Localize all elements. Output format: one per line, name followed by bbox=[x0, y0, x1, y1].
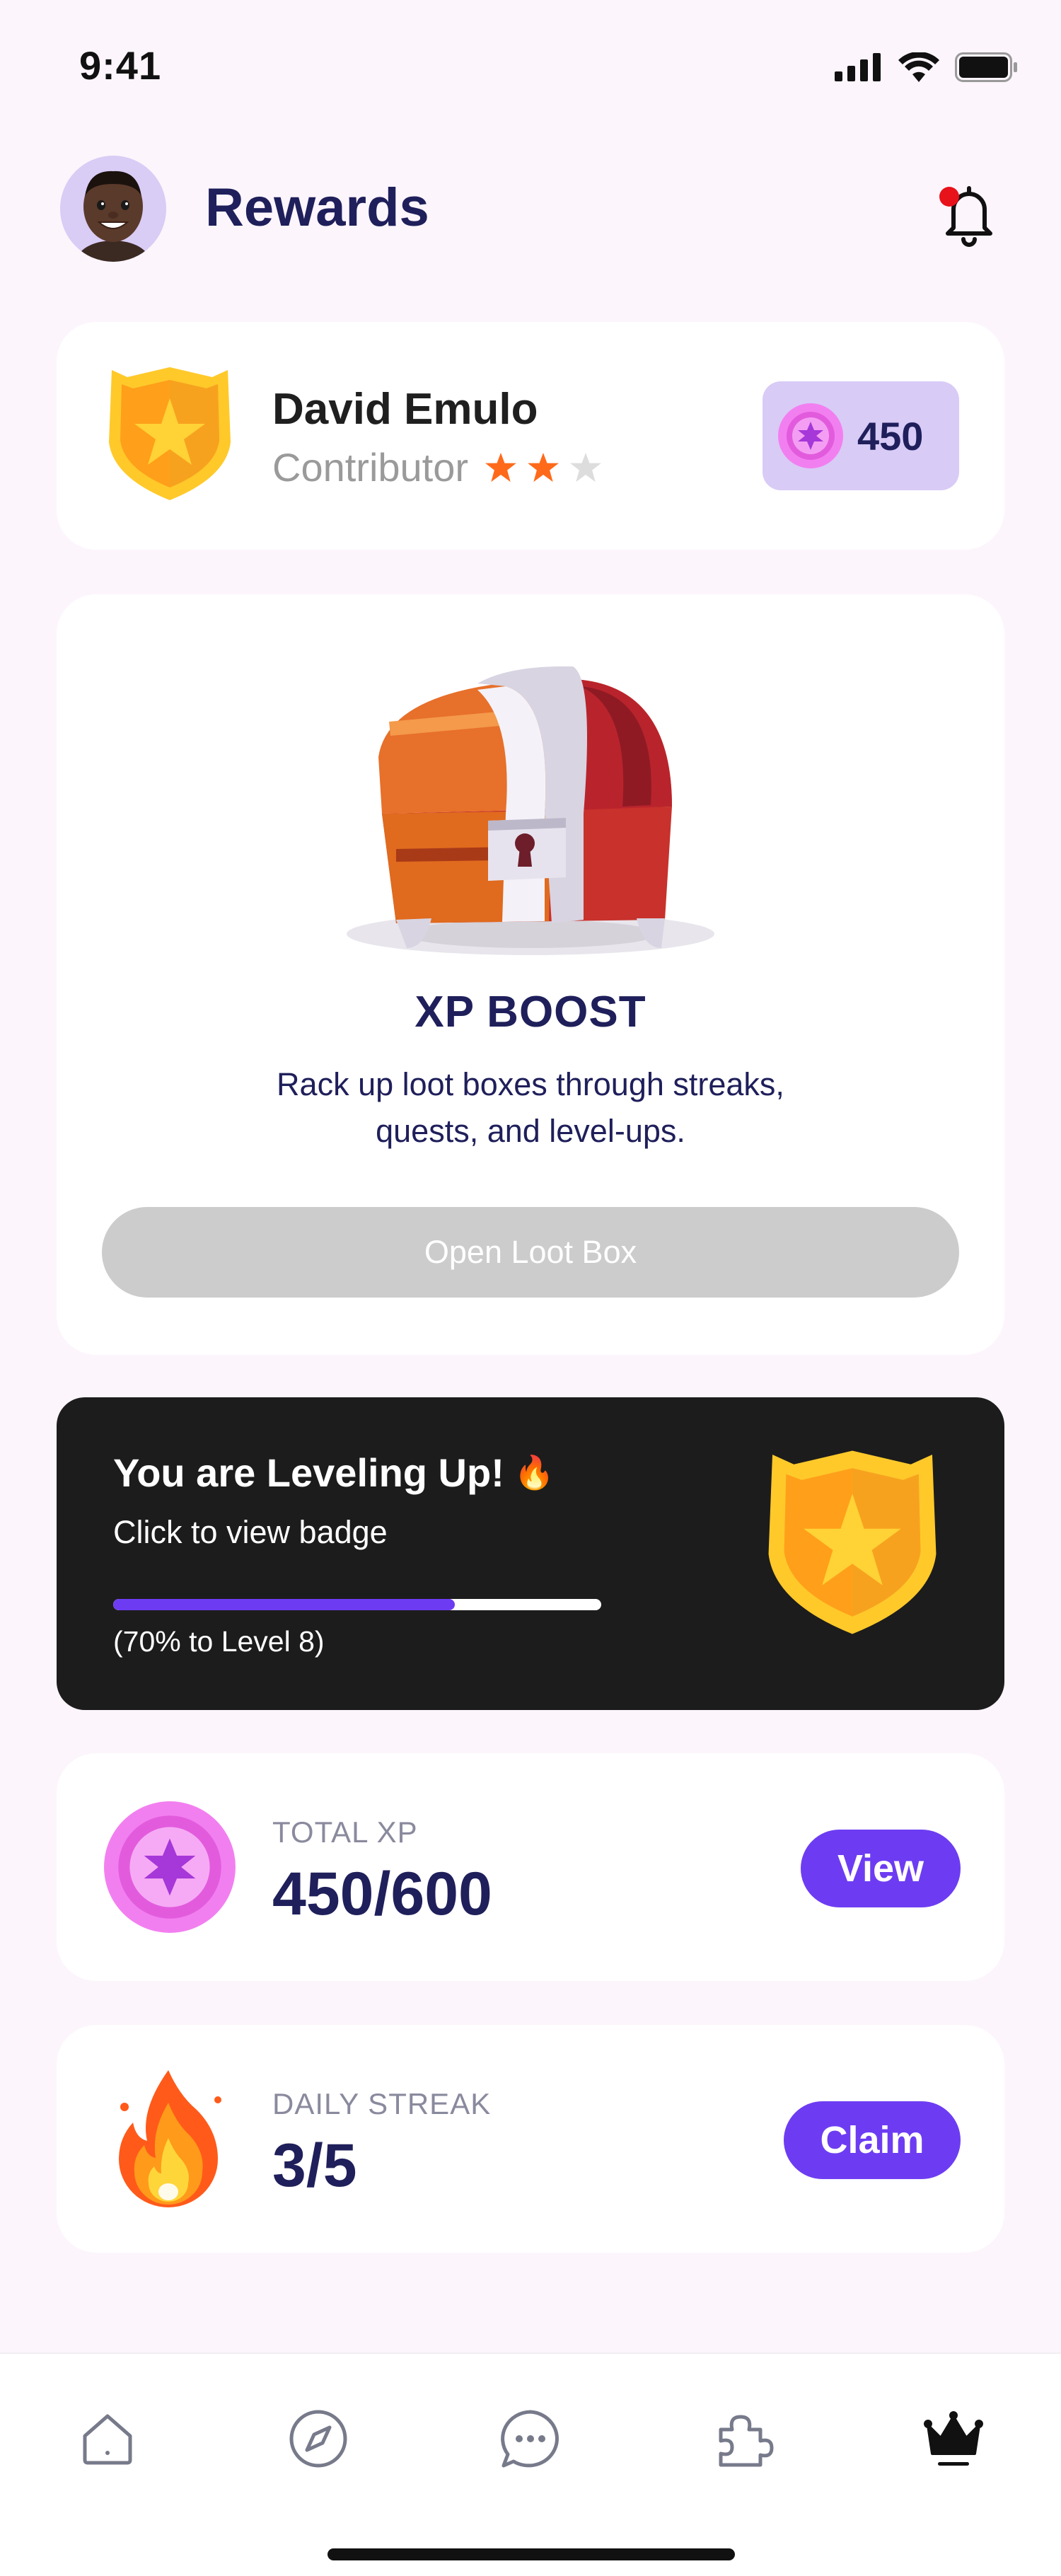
level-progress-note: (70% to Level 8) bbox=[113, 1625, 325, 1658]
daily-streak-label: DAILY STREAK bbox=[272, 2087, 492, 2120]
nav-messages[interactable] bbox=[488, 2396, 573, 2481]
treasure-chest-icon bbox=[347, 666, 714, 955]
open-loot-box-button[interactable]: Open Loot Box bbox=[102, 1207, 959, 1298]
puzzle-icon bbox=[719, 2415, 774, 2467]
page-title: Rewards bbox=[205, 178, 429, 238]
xp-coin-icon bbox=[778, 403, 843, 468]
level-title: You are Leveling Up! bbox=[113, 1450, 504, 1495]
star-empty-icon bbox=[570, 452, 601, 482]
profile-role-row: Contributor bbox=[272, 444, 601, 490]
signal-icon bbox=[835, 53, 881, 81]
notifications-button[interactable] bbox=[934, 177, 1004, 248]
avatar-face-icon bbox=[60, 156, 166, 262]
level-progress-fill bbox=[113, 1599, 455, 1610]
loot-title: XP BOOST bbox=[414, 988, 647, 1036]
shield-badge-icon bbox=[109, 367, 231, 500]
nav-home[interactable] bbox=[65, 2396, 150, 2481]
loot-description: Rack up loot boxes through streaks, ques… bbox=[277, 1066, 784, 1149]
total-xp-card: TOTAL XP 450/600 View bbox=[57, 1753, 1004, 1981]
claim-streak-button[interactable]: Claim bbox=[784, 2101, 961, 2179]
home-icon bbox=[83, 2414, 132, 2465]
level-subtitle: Click to view badge bbox=[113, 1514, 388, 1550]
rating-stars bbox=[485, 452, 601, 483]
bell-icon bbox=[939, 186, 992, 247]
home-indicator bbox=[327, 2548, 735, 2560]
avatar[interactable] bbox=[60, 156, 166, 262]
xp-points-value: 450 bbox=[857, 413, 924, 458]
battery-icon bbox=[955, 52, 1017, 82]
level-progress-bar bbox=[113, 1599, 601, 1610]
profile-name: David Emulo bbox=[272, 385, 538, 434]
daily-streak-value: 3/5 bbox=[272, 2132, 357, 2200]
status-time: 9:41 bbox=[79, 43, 162, 88]
nav-quests[interactable] bbox=[700, 2396, 785, 2481]
daily-streak-card: DAILY STREAK 3/5 Claim bbox=[57, 2025, 1004, 2253]
view-xp-button[interactable]: View bbox=[801, 1830, 961, 1907]
bottom-nav bbox=[0, 2352, 1061, 2576]
notification-dot bbox=[939, 187, 959, 207]
nav-rewards[interactable] bbox=[911, 2396, 996, 2481]
chat-icon bbox=[501, 2410, 559, 2468]
loot-box-card: XP BOOST Rack up loot boxes through stre… bbox=[57, 594, 1004, 1355]
level-up-card[interactable]: You are Leveling Up! 🔥 Click to view bad… bbox=[57, 1397, 1004, 1710]
header: Rewards bbox=[0, 149, 1061, 276]
total-xp-label: TOTAL XP bbox=[272, 1815, 418, 1849]
level-badge-icon bbox=[768, 1450, 937, 1634]
crown-icon bbox=[924, 2411, 983, 2466]
xp-medal-icon bbox=[104, 1801, 236, 1933]
status-bar: 9:41 bbox=[0, 0, 1061, 141]
star-filled-icon bbox=[528, 452, 559, 482]
profile-role: Contributor bbox=[272, 445, 469, 490]
profile-card: David Emulo Contributor 450 bbox=[57, 322, 1004, 550]
level-title-row: You are Leveling Up! 🔥 bbox=[113, 1450, 555, 1496]
star-filled-icon bbox=[485, 452, 516, 482]
total-xp-value: 450/600 bbox=[272, 1860, 492, 1928]
compass-icon bbox=[289, 2410, 347, 2468]
wifi-icon bbox=[898, 52, 939, 82]
fire-emoji-icon: 🔥 bbox=[514, 1454, 555, 1491]
flame-icon bbox=[119, 2070, 221, 2207]
xp-points-badge[interactable]: 450 bbox=[763, 381, 959, 490]
nav-explore[interactable] bbox=[276, 2396, 361, 2481]
status-icons bbox=[835, 52, 1019, 82]
